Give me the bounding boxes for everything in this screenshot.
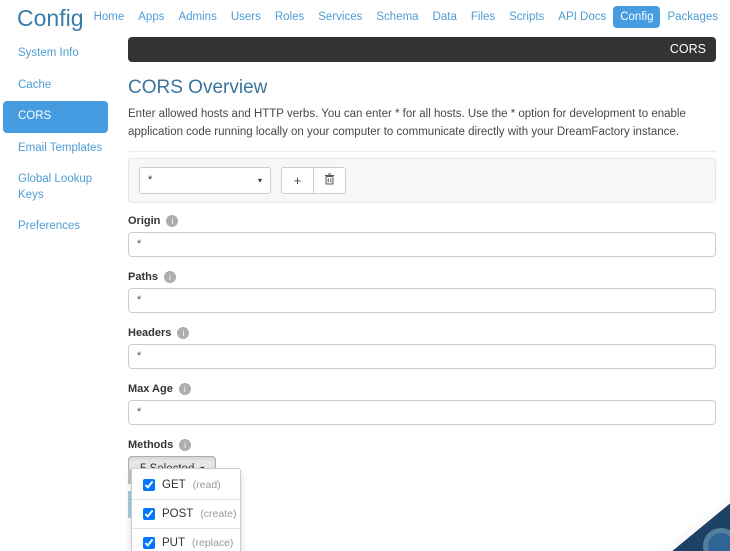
page-curl-widget[interactable] bbox=[656, 493, 730, 551]
cors-overview-heading: CORS Overview bbox=[128, 77, 716, 99]
host-select-value: * bbox=[148, 174, 152, 186]
methods-label: Methods bbox=[128, 439, 173, 451]
sidebar-item-email-templates[interactable]: Email Templates bbox=[0, 133, 124, 165]
config-sidebar: System Info Cache CORS Email Templates G… bbox=[0, 38, 124, 243]
trash-icon bbox=[324, 173, 335, 188]
nav-item-files[interactable]: Files bbox=[464, 6, 502, 28]
method-name: GET bbox=[162, 479, 186, 491]
headers-label: Headers bbox=[128, 327, 171, 339]
paths-label: Paths bbox=[128, 271, 158, 283]
host-toolbar: * ▾ + bbox=[128, 158, 716, 203]
nav-item-packages[interactable]: Packages bbox=[660, 6, 725, 28]
nav-item-scripts[interactable]: Scripts bbox=[502, 6, 551, 28]
method-name: PUT bbox=[162, 537, 185, 549]
nav-item-config[interactable]: Config bbox=[613, 6, 660, 28]
origin-label: Origin bbox=[128, 215, 160, 227]
host-select[interactable]: * ▾ bbox=[139, 167, 271, 194]
paths-field-group: Paths i bbox=[128, 271, 716, 313]
host-toolbar-buttons: + bbox=[281, 167, 346, 194]
nav-item-data[interactable]: Data bbox=[426, 6, 464, 28]
method-get-checkbox[interactable] bbox=[143, 479, 155, 491]
paths-input[interactable] bbox=[128, 288, 716, 313]
nav-item-home[interactable]: Home bbox=[87, 6, 132, 28]
methods-field-group: Methods i 5 Selected ▾ GET (read) POST (… bbox=[128, 439, 716, 482]
max-age-field-group: Max Age i bbox=[128, 383, 716, 425]
sidebar-item-global-lookup-keys[interactable]: Global Lookup Keys bbox=[0, 164, 124, 211]
delete-host-button[interactable] bbox=[313, 167, 346, 194]
nav-item-services[interactable]: Services bbox=[311, 6, 369, 28]
sidebar-item-preferences[interactable]: Preferences bbox=[0, 211, 124, 243]
cors-main-panel: CORS CORS Overview Enter allowed hosts a… bbox=[128, 37, 716, 496]
nav-item-api-docs[interactable]: API Docs bbox=[551, 6, 613, 28]
method-hint: (create) bbox=[200, 508, 236, 520]
page-title: Config bbox=[17, 5, 83, 32]
method-hint: (read) bbox=[193, 479, 221, 491]
methods-dropdown-menu: GET (read) POST (create) PUT (replace) bbox=[131, 468, 241, 551]
sidebar-item-system-info[interactable]: System Info bbox=[0, 38, 124, 70]
info-icon[interactable]: i bbox=[166, 215, 178, 227]
nav-item-admins[interactable]: Admins bbox=[171, 6, 223, 28]
method-option-get[interactable]: GET (read) bbox=[132, 471, 240, 500]
max-age-label: Max Age bbox=[128, 383, 173, 395]
origin-input[interactable] bbox=[128, 232, 716, 257]
section-bar-title: CORS bbox=[670, 42, 706, 56]
divider bbox=[128, 151, 716, 152]
nav-item-roles[interactable]: Roles bbox=[268, 6, 311, 28]
info-icon[interactable]: i bbox=[164, 271, 176, 283]
origin-field-group: Origin i bbox=[128, 215, 716, 257]
sidebar-item-cache[interactable]: Cache bbox=[0, 70, 124, 102]
method-hint: (replace) bbox=[192, 537, 233, 549]
method-post-checkbox[interactable] bbox=[143, 508, 155, 520]
method-name: POST bbox=[162, 508, 193, 520]
nav-item-schema[interactable]: Schema bbox=[369, 6, 425, 28]
plus-icon: + bbox=[294, 173, 302, 188]
section-header-bar: CORS bbox=[128, 37, 716, 62]
method-option-post[interactable]: POST (create) bbox=[132, 500, 240, 529]
caret-down-icon: ▾ bbox=[258, 176, 262, 185]
sidebar-item-cors[interactable]: CORS bbox=[3, 101, 108, 133]
add-host-button[interactable]: + bbox=[281, 167, 314, 194]
info-icon[interactable]: i bbox=[177, 327, 189, 339]
top-nav: Home Apps Admins Users Roles Services Sc… bbox=[87, 6, 725, 28]
cors-description: Enter allowed hosts and HTTP verbs. You … bbox=[128, 106, 716, 142]
info-icon[interactable]: i bbox=[179, 383, 191, 395]
max-age-input[interactable] bbox=[128, 400, 716, 425]
headers-input[interactable] bbox=[128, 344, 716, 369]
method-put-checkbox[interactable] bbox=[143, 537, 155, 549]
nav-item-apps[interactable]: Apps bbox=[131, 6, 171, 28]
headers-field-group: Headers i bbox=[128, 327, 716, 369]
info-icon[interactable]: i bbox=[179, 439, 191, 451]
nav-item-users[interactable]: Users bbox=[224, 6, 268, 28]
method-option-put[interactable]: PUT (replace) bbox=[132, 529, 240, 551]
